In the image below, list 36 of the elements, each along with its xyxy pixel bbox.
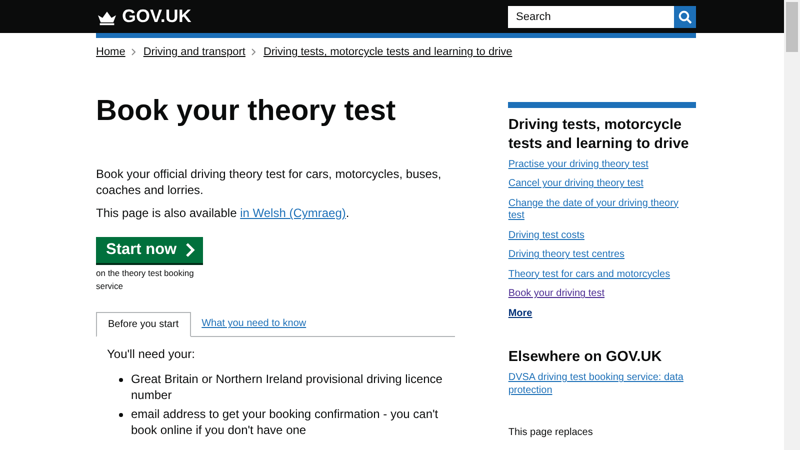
scrollbar-thumb[interactable] xyxy=(786,2,798,52)
elsewhere-link[interactable]: DVSA driving test booking service: data protection xyxy=(508,372,696,398)
related-link[interactable]: Driving theory test centres xyxy=(508,249,696,262)
breadcrumb-link[interactable]: Driving and transport xyxy=(143,46,246,58)
related-link[interactable]: Driving test costs xyxy=(508,230,696,242)
search-icon xyxy=(678,10,692,24)
tab[interactable]: What you need to know xyxy=(190,312,318,336)
page-title: Book your theory test xyxy=(96,96,397,128)
chevron-icon xyxy=(184,243,195,258)
welsh-text: This page is also available in Welsh (Cymraeg). xyxy=(96,206,350,220)
search-field[interactable]: Search xyxy=(508,6,674,28)
search-button[interactable] xyxy=(674,6,696,28)
breadcrumb-link[interactable]: Driving tests, motorcycle tests and learning to drive xyxy=(263,46,512,58)
related-link[interactable]: Practise your driving theory test xyxy=(508,158,696,172)
welsh-link[interactable]: in Welsh (Cymraeg) xyxy=(240,206,346,220)
scrollbar[interactable] xyxy=(784,0,800,450)
bullet-icon xyxy=(119,413,123,418)
related-heading: Driving tests, motorcycle tests and learning to drive xyxy=(508,116,690,154)
start-note: on the theory test booking service xyxy=(96,267,195,292)
related-link[interactable]: Book your driving test xyxy=(508,288,696,301)
govuk-logo-link[interactable]: GOV.UK xyxy=(96,6,192,27)
start-now-button[interactable]: Start now xyxy=(96,237,203,264)
elsewhere-heading: Elsewhere on GOV.UK xyxy=(508,348,663,368)
bullet-icon xyxy=(119,378,123,382)
replaces-text: This page replaces xyxy=(508,427,594,438)
related-link[interactable]: Theory test for cars and motorcycles xyxy=(508,268,696,282)
tab[interactable]: Before you start xyxy=(96,312,191,337)
intro-text: Book your official driving theory test for cars, motorcycles, buses, coaches and lorries. xyxy=(96,166,442,198)
requirement-item: email address to get your booking confirmation - you can't book online if you don't have one xyxy=(131,406,440,439)
panel-lead-text: You'll need your: xyxy=(107,346,196,361)
more-link[interactable]: More xyxy=(508,308,696,320)
related-link[interactable]: Cancel your driving theory test xyxy=(508,178,696,191)
breadcrumb-link[interactable]: Home xyxy=(96,46,126,58)
related-link[interactable]: Change the date of your driving theory test xyxy=(508,198,696,223)
chevron-icon xyxy=(131,48,138,56)
chevron-icon xyxy=(251,48,258,56)
